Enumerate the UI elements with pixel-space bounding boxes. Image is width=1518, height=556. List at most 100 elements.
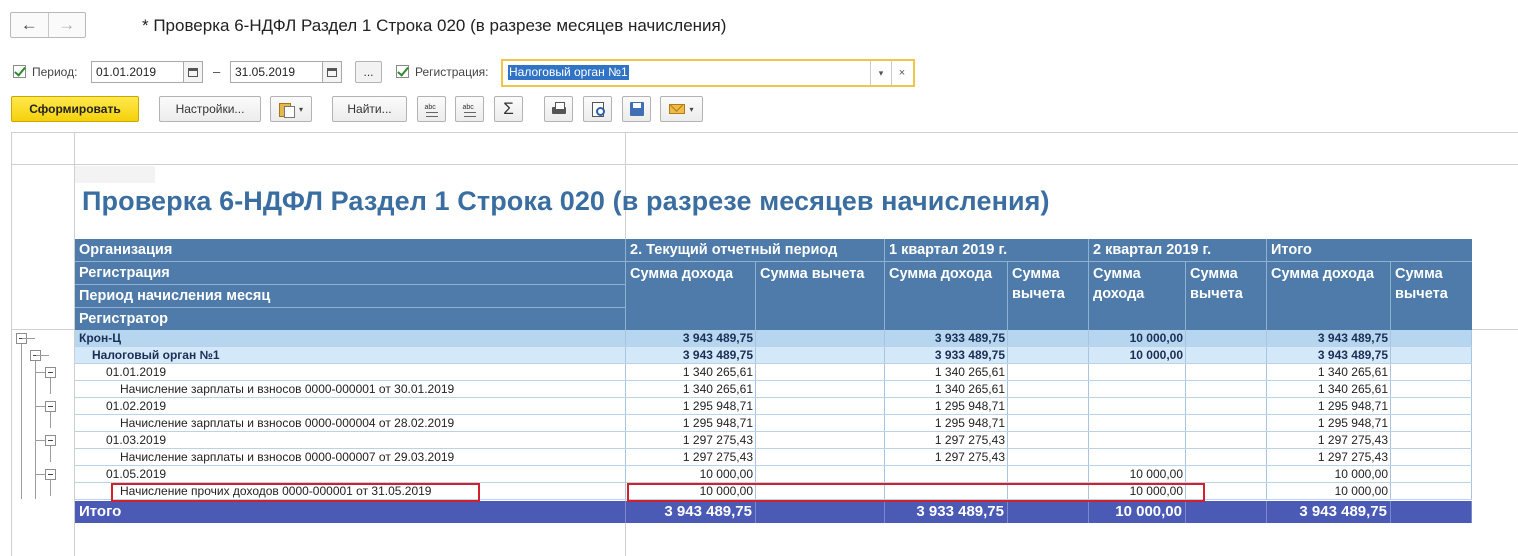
deduction-cell: [756, 364, 885, 381]
collapse-group-icon[interactable]: [45, 469, 56, 480]
income-cell: 1 340 265,61: [682, 382, 753, 396]
cell-divider: [1471, 449, 1472, 466]
income-cell: 3 943 489,75: [1317, 348, 1388, 362]
income-cell: 3 933 489,75: [934, 348, 1005, 362]
settings-button[interactable]: Настройки...: [159, 96, 261, 122]
period-checkbox[interactable]: [13, 65, 26, 78]
deduction-cell: [1008, 330, 1089, 347]
deduction-cell: [756, 398, 885, 415]
income-cell: 10 000,00: [699, 467, 753, 481]
deduction-cell: [1391, 415, 1472, 432]
collapse-group-icon[interactable]: [45, 367, 56, 378]
income-cell: 1 340 265,61: [934, 382, 1005, 396]
income-cell: [885, 466, 1008, 483]
registration-field[interactable]: Налоговый орган №1 ▾ ×: [501, 59, 915, 87]
collapse-groups-button[interactable]: [417, 96, 446, 122]
tree-line: [36, 440, 45, 441]
collapse-group-icon[interactable]: [45, 401, 56, 412]
send-mail-button[interactable]: ▾: [660, 96, 703, 122]
deduction-cell: [1186, 449, 1267, 466]
header-divider: [625, 239, 626, 330]
row-header-2: Регистрация: [79, 265, 170, 281]
sum-button[interactable]: Σ: [494, 96, 523, 122]
row-label: 01.01.2019: [106, 365, 167, 379]
deduction-cell: [756, 466, 885, 483]
total-cell: [1186, 501, 1267, 523]
period-from-input[interactable]: 01.01.2019: [91, 61, 184, 83]
window-title: * Проверка 6-НДФЛ Раздел 1 Строка 020 (в…: [142, 16, 727, 35]
income-cell: [1089, 449, 1186, 466]
find-button[interactable]: Найти...: [332, 96, 407, 122]
header-divider: [1266, 239, 1267, 330]
column-group-2: 1 квартал 2019 г.: [889, 242, 1008, 258]
deduction-cell: [1186, 364, 1267, 381]
report-left-border: [11, 132, 12, 556]
deduction-cell: [1008, 449, 1089, 466]
registration-checkbox[interactable]: [396, 65, 409, 78]
chevron-down-icon: ▾: [689, 104, 694, 114]
total-cell: 3 943 489,75: [1299, 503, 1387, 520]
cell-divider: [1471, 466, 1472, 483]
deduction-cell: [1186, 466, 1267, 483]
chevron-down-icon: ▾: [298, 104, 303, 114]
income-header: Сумма дохода: [889, 266, 993, 282]
report-variant-icon: [278, 101, 295, 118]
sum-icon: Σ: [503, 99, 514, 118]
cell-divider: [1471, 330, 1472, 347]
deduction-cell: [1391, 398, 1472, 415]
group-row: Крон-Ц 3 943 489,75 3 933 489,75 10 000,00 3…: [75, 330, 1472, 347]
tree-line: [36, 372, 45, 373]
header-divider: [1390, 262, 1391, 330]
total-row: Итого 3 943 489,75 3 933 489,75 10 000,00 3 …: [75, 501, 1472, 523]
deduction-cell: [1391, 466, 1472, 483]
period-to-input[interactable]: 31.05.2019: [230, 61, 323, 83]
navigation-buttons: ← →: [10, 12, 86, 38]
income-cell: 1 295 948,71: [934, 416, 1005, 430]
collapse-group-icon[interactable]: [45, 435, 56, 446]
expand-groups-button[interactable]: [455, 96, 484, 122]
calendar-from-button[interactable]: [183, 61, 203, 83]
period-select-button[interactable]: ...: [355, 61, 382, 83]
income-cell: 10 000,00: [1129, 467, 1183, 481]
row-header-3: Период начисления месяц: [79, 288, 271, 304]
deduction-header: Сумма вычета: [760, 266, 865, 282]
tree-line: [22, 338, 35, 339]
deduction-cell: [1186, 330, 1267, 347]
deduction-cell: [1008, 415, 1089, 432]
generate-button[interactable]: Сформировать: [11, 96, 139, 122]
income-cell: 1 297 275,43: [682, 433, 753, 447]
clear-icon[interactable]: ×: [891, 61, 912, 85]
print-button[interactable]: [544, 96, 573, 122]
income-cell: [1089, 398, 1186, 415]
back-button[interactable]: ←: [11, 13, 48, 37]
variants-button[interactable]: ▾: [270, 96, 312, 122]
preview-button[interactable]: [583, 96, 612, 122]
row-label: 01.03.2019: [106, 433, 167, 447]
highlight-values: [627, 483, 1205, 502]
column-group-1: 2. Текущий отчетный период: [630, 242, 838, 258]
registration-input[interactable]: Налоговый орган №1: [508, 65, 629, 80]
expand-groups-icon: [462, 101, 478, 117]
total-cell: [1008, 501, 1089, 523]
deduction-cell: [1008, 364, 1089, 381]
cell-divider: [1471, 415, 1472, 432]
print-icon: [551, 101, 567, 117]
income-header: Сумма дохода: [630, 266, 734, 282]
registrator-row: Начисление зарплаты и взносов 0000-00000…: [75, 449, 1472, 466]
income-cell: 10 000,00: [1129, 348, 1183, 362]
dropdown-icon[interactable]: ▾: [870, 61, 891, 85]
total-label: Итого: [79, 503, 122, 520]
tree-line: [50, 446, 51, 462]
deduction-cell: [1391, 432, 1472, 449]
row-label: Начисление зарплаты и взносов 0000-00000…: [120, 416, 455, 430]
empty-cell: [75, 166, 155, 183]
period-dash: –: [213, 64, 221, 79]
forward-button[interactable]: →: [47, 13, 86, 37]
income-cell: 1 340 265,61: [1317, 382, 1388, 396]
header-divider: [1088, 239, 1089, 330]
row-label: Налоговый орган №1: [92, 348, 220, 362]
calendar-to-button[interactable]: [322, 61, 342, 83]
save-button[interactable]: [622, 96, 651, 122]
deduction-cell: [1008, 432, 1089, 449]
tree-line: [50, 378, 51, 394]
